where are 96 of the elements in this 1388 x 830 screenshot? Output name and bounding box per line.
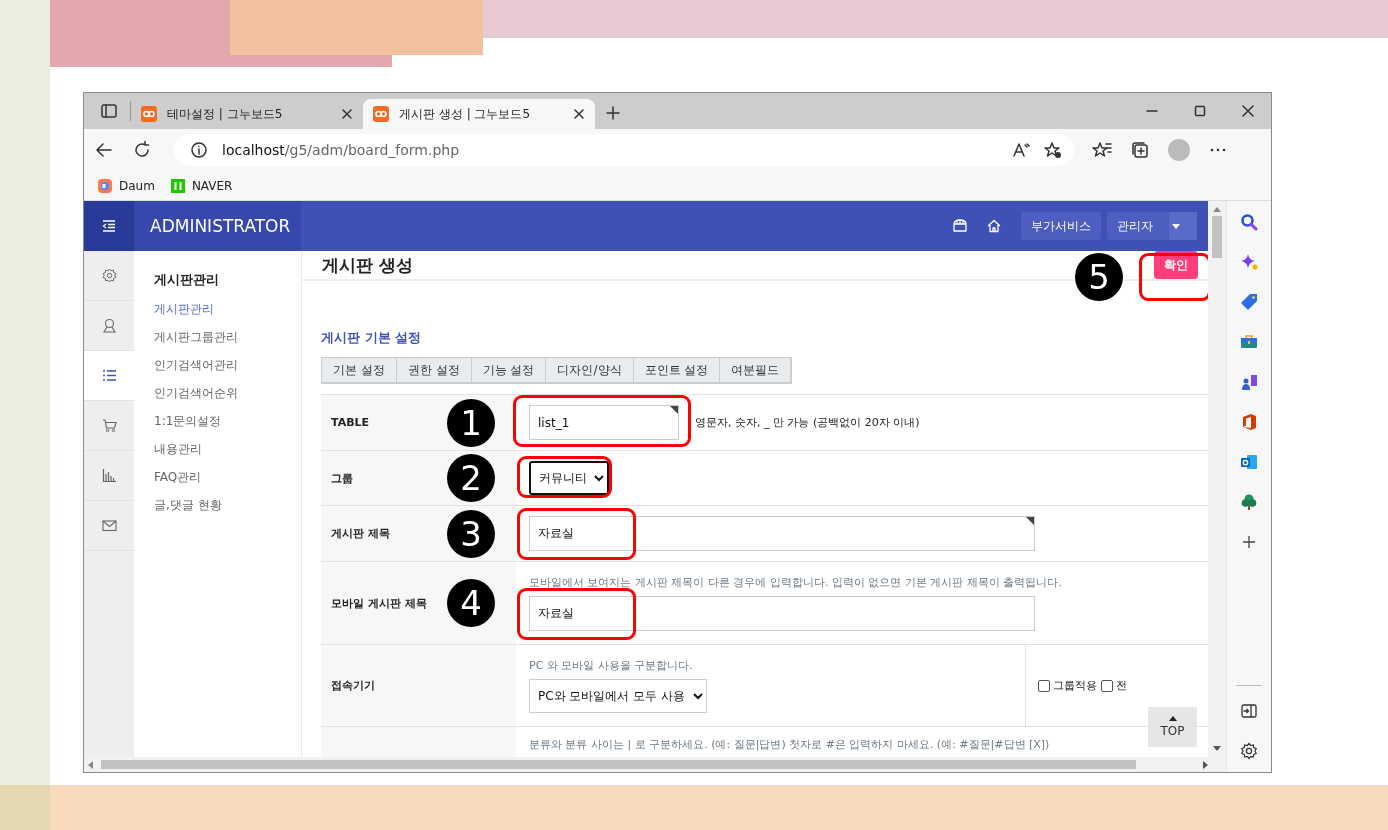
text-field[interactable]: list_1 <box>529 405 679 440</box>
menu-link[interactable]: 내용관리 <box>154 441 301 469</box>
step-marker: 2 <box>447 454 495 502</box>
favorites-icon[interactable] <box>1092 140 1112 160</box>
bookmark[interactable]: Daum <box>98 178 155 193</box>
menu-link[interactable]: 글,댓글 현황 <box>154 497 301 525</box>
user-menu[interactable]: 관리자 <box>1107 212 1197 240</box>
office-icon[interactable] <box>1240 413 1258 431</box>
cart-icon <box>101 418 117 433</box>
section-title: 게시판 기본 설정 <box>321 329 423 347</box>
text-field[interactable]: 자료실 <box>529 516 1035 551</box>
brand-title: ADMINISTRATOR <box>134 201 301 251</box>
search-icon[interactable] <box>1240 213 1258 231</box>
maximize-icon[interactable] <box>1193 104 1207 118</box>
checkbox[interactable] <box>1038 679 1050 692</box>
info-icon[interactable] <box>190 141 208 159</box>
caret-icon[interactable] <box>1172 223 1180 229</box>
browser-tab[interactable]: 게시판 생성 | 그누보드5 <box>363 99 595 129</box>
help-text: 모바일에서 보여지는 게시판 제목이 다른 경우에 입력합니다. 입력이 없으면 기본 게시판 제목이 출력됩니다. <box>529 575 1063 590</box>
tree-icon[interactable] <box>1240 493 1258 511</box>
checkbox-label: 전 <box>1116 678 1127 693</box>
help-text: PC 와 모바일 사용을 구분합니다. <box>529 658 694 673</box>
collections-icon[interactable] <box>1130 140 1150 160</box>
url-text: localhost/g5/adm/board_form.php <box>222 142 460 158</box>
scrollbar-thumb[interactable] <box>1212 216 1222 258</box>
field-label: 그룹 <box>331 470 353 486</box>
step-marker: 1 <box>447 398 495 447</box>
app-icon <box>141 106 157 122</box>
chess-pieces-icon[interactable] <box>1240 373 1258 391</box>
envelope-icon <box>101 518 117 533</box>
decor-band <box>0 785 50 830</box>
menu-link[interactable]: 1:1문의설정 <box>154 413 301 441</box>
step-marker: 4 <box>447 579 495 627</box>
mail-app-icon[interactable] <box>1240 453 1258 471</box>
scrollbar-thumb[interactable] <box>101 760 1136 769</box>
settings-icon[interactable] <box>1240 742 1258 760</box>
caret-up-icon <box>1168 716 1177 721</box>
bookmark-icon <box>98 178 112 193</box>
refresh-icon[interactable] <box>132 140 152 160</box>
top-button[interactable]: TOP <box>1148 707 1197 747</box>
list-icon <box>101 368 117 383</box>
text-field[interactable]: 자료실 <box>529 596 1035 631</box>
tag-icon[interactable] <box>1240 293 1258 311</box>
menu-link[interactable]: 게시판관리 <box>154 301 301 329</box>
plus-icon[interactable] <box>605 105 621 121</box>
read-aloud-icon[interactable] <box>1012 141 1030 159</box>
address-bar[interactable]: localhost/g5/adm/board_form.php <box>174 134 1074 166</box>
browser-tab[interactable]: 테마설정 | 그누보드5 <box>131 99 363 129</box>
field-label: 게시판 제목 <box>331 526 390 541</box>
checkbox-label: 그룹적용 <box>1053 678 1097 693</box>
help-text: 영문자, 숫자, _ 만 가능 (공백없이 20자 이내) <box>695 415 920 430</box>
home-icon[interactable] <box>987 219 1001 233</box>
field-label: TABLE <box>331 416 370 429</box>
menu-heading: 게시판관리 <box>154 271 220 289</box>
menu-toggle-button[interactable] <box>84 201 134 251</box>
gear-icon <box>101 268 117 283</box>
menu-link[interactable]: 게시판그룹관리 <box>154 329 301 357</box>
dropdown[interactable]: 커뮤니티 <box>529 461 609 495</box>
panel-icon[interactable] <box>1240 702 1258 720</box>
star-add-icon[interactable] <box>1044 141 1062 159</box>
scroll-left-icon[interactable] <box>88 760 93 769</box>
sidebar-tab[interactable] <box>84 351 134 401</box>
sidebar-toggle-icon[interactable] <box>100 102 118 120</box>
scroll-down-icon[interactable] <box>1213 746 1221 751</box>
close-icon[interactable] <box>341 108 353 120</box>
scroll-right-icon[interactable] <box>1203 760 1208 769</box>
scroll-up-icon[interactable] <box>1213 207 1221 212</box>
help-text: 분류와 분류 사이는 | 로 구분하세요. (예: 질문|답변) 첫자로 #은 입력하지 마세요. (예: #질문|#답변 [X]) <box>529 737 1051 752</box>
menu-icon <box>102 219 116 233</box>
back-icon[interactable] <box>94 140 114 160</box>
tab-title: 테마설정 | 그누보드5 <box>167 105 284 123</box>
field-label: 모바일 게시판 제목 <box>331 595 427 611</box>
sparkle-icon[interactable] <box>1240 253 1258 271</box>
menu-link[interactable]: FAQ관리 <box>154 469 301 497</box>
scrollbar[interactable] <box>84 757 1226 772</box>
plus-icon[interactable] <box>1240 533 1258 551</box>
step-marker: 5 <box>1075 253 1123 301</box>
menu-link[interactable]: 인기검색어순위 <box>154 385 301 413</box>
app-icon <box>373 106 389 122</box>
close-icon[interactable] <box>1241 104 1255 118</box>
step-marker: 3 <box>447 509 495 558</box>
dropdown[interactable]: PC와 모바일에서 모두 사용 <box>529 679 707 713</box>
checkbox[interactable] <box>1101 679 1113 692</box>
toolbox-icon[interactable] <box>1240 333 1258 351</box>
close-icon[interactable] <box>573 108 585 120</box>
bookmark-icon <box>170 178 185 193</box>
service-button[interactable]: 부가서비스 <box>1021 212 1101 240</box>
bookmark[interactable]: NAVER <box>170 178 233 193</box>
bar-chart-icon <box>101 468 117 483</box>
person-icon <box>101 318 117 333</box>
menu-link[interactable]: 인기검색어관리 <box>154 357 301 385</box>
field-label: 접속기기 <box>331 678 375 693</box>
tab-title: 게시판 생성 | 그누보드5 <box>399 105 532 123</box>
page-title: 게시판 생성 <box>322 253 413 277</box>
scrollbar[interactable] <box>1208 201 1226 757</box>
shop-icon[interactable] <box>953 219 967 233</box>
